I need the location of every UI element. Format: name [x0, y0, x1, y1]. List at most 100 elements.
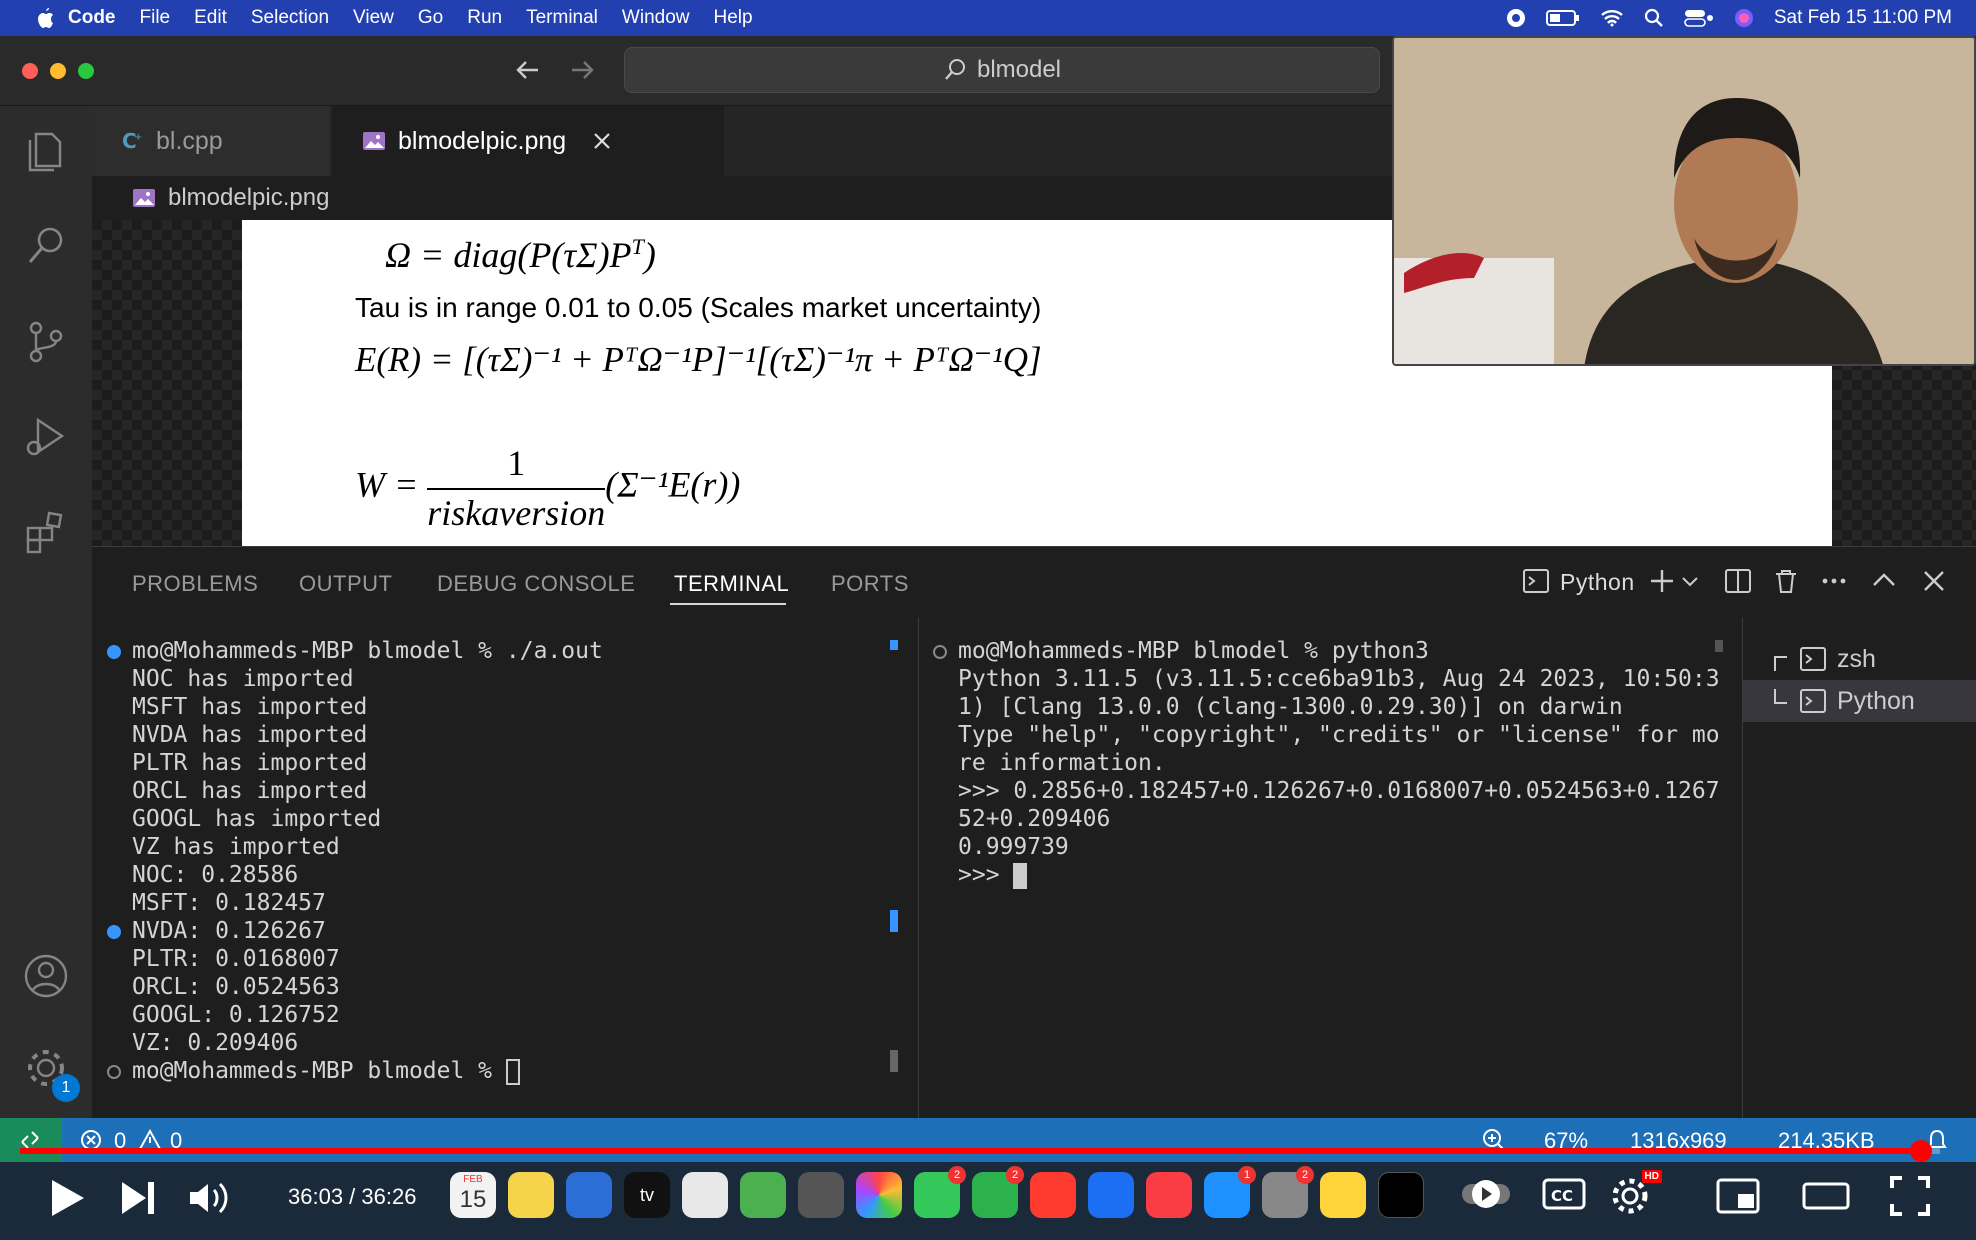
miniplayer-icon[interactable] [1716, 1178, 1760, 1214]
next-video-icon[interactable] [116, 1176, 160, 1220]
tab-debug-console[interactable]: DEBUG CONSOLE [437, 571, 635, 597]
search-icon[interactable] [18, 218, 74, 274]
tab-problems[interactable]: PROBLEMS [132, 571, 258, 597]
scrollbar-thumb[interactable] [1715, 640, 1723, 652]
new-terminal-plus-icon[interactable] [1648, 567, 1676, 595]
close-panel-icon[interactable] [1920, 567, 1948, 595]
trash-icon[interactable] [1772, 567, 1800, 595]
dock-screenshot-icon[interactable] [798, 1172, 844, 1218]
dock-maps-icon[interactable] [740, 1172, 786, 1218]
close-icon[interactable] [592, 131, 612, 151]
terminal-zsh[interactable]: mo@Mohammeds-MBP blmodel % ./a.out NOC h… [92, 618, 918, 1118]
menu-run[interactable]: Run [467, 7, 502, 29]
dock-music-icon[interactable] [1146, 1172, 1192, 1218]
command-success-marker[interactable] [107, 645, 121, 659]
terminal-line: NVDA: 0.126267 [132, 918, 326, 944]
settings-badge: 1 [52, 1074, 80, 1102]
menu-go[interactable]: Go [418, 7, 443, 29]
tab-output[interactable]: OUTPUT [299, 571, 392, 597]
video-scrubber-handle[interactable] [1909, 1140, 1932, 1162]
tab-blmodelpic-png[interactable]: blmodelpic.png [332, 106, 724, 176]
menubar-datetime[interactable]: Sat Feb 15 11:00 PM [1774, 7, 1952, 29]
menu-terminal[interactable]: Terminal [526, 7, 598, 29]
dock-freeform-icon[interactable] [566, 1172, 612, 1218]
terminal-prompt: >>> [958, 862, 1028, 889]
dock-calendar-icon[interactable]: FEB 15 [450, 1172, 496, 1218]
menu-selection[interactable]: Selection [251, 7, 329, 29]
terminal-icon [1522, 567, 1550, 595]
terminal-item-python[interactable]: Python [1743, 680, 1976, 722]
dock-photos-icon[interactable] [856, 1172, 902, 1218]
weights-equation: W = 1 riskaversion (Σ⁻¹E(r)) [355, 443, 741, 533]
dock-appstore-icon[interactable]: 1 [1204, 1166, 1256, 1218]
siri-icon[interactable] [1734, 8, 1754, 28]
source-control-icon[interactable] [18, 314, 74, 370]
apple-logo-icon[interactable] [0, 7, 68, 29]
record-icon[interactable] [1506, 8, 1526, 28]
video-timecode: 36:03 / 36:26 [288, 1184, 417, 1209]
menu-window[interactable]: Window [622, 7, 690, 29]
menu-edit[interactable]: Edit [194, 7, 227, 29]
tab-terminal[interactable]: TERMINAL [674, 571, 789, 597]
menu-app-name[interactable]: Code [68, 7, 116, 29]
dock-appletv-icon[interactable]: tv [624, 1172, 670, 1218]
theater-mode-icon[interactable] [1802, 1178, 1850, 1214]
menu-view[interactable]: View [353, 7, 394, 29]
autoplay-toggle-icon[interactable] [1460, 1174, 1520, 1214]
dock-terminal-icon[interactable] [1378, 1172, 1424, 1218]
explorer-icon[interactable] [18, 124, 74, 180]
menu-help[interactable]: Help [714, 7, 753, 29]
dock-settings-icon[interactable]: 2 [1262, 1166, 1314, 1218]
terminal-line: GOOGL: 0.126752 [132, 1002, 340, 1028]
terminal-line: NOC has imported [132, 666, 354, 692]
split-terminal-icon[interactable] [1724, 567, 1752, 595]
minimize-window-button[interactable] [50, 63, 66, 79]
dock-python-icon[interactable] [1320, 1172, 1366, 1218]
command-pending-marker[interactable] [107, 1065, 121, 1079]
zoom-window-button[interactable] [78, 63, 94, 79]
chevron-up-icon[interactable] [1870, 567, 1898, 595]
command-center-search[interactable]: blmodel [624, 47, 1380, 93]
extensions-icon[interactable] [18, 504, 74, 560]
remote-indicator[interactable] [0, 1118, 62, 1162]
command-marker[interactable] [107, 925, 121, 939]
play-icon[interactable] [42, 1174, 90, 1222]
spotlight-search-icon[interactable] [1644, 8, 1664, 28]
terminal-line: 0.999739 [958, 834, 1069, 860]
breadcrumb-file[interactable]: blmodelpic.png [168, 184, 329, 212]
close-window-button[interactable] [22, 63, 38, 79]
terminal-line: Type "help", "copyright", "credits" or "… [958, 722, 1720, 748]
terminal-line: 1) [Clang 13.0.0 (clang-1300.0.29.30)] o… [958, 694, 1623, 720]
more-actions-icon[interactable] [1820, 567, 1848, 595]
dock-messages-icon[interactable]: 2 [914, 1166, 966, 1218]
dock-reminders-icon[interactable] [682, 1172, 728, 1218]
tab-bl-cpp[interactable]: C + bl.cpp [92, 106, 330, 176]
volume-icon[interactable] [186, 1176, 234, 1220]
account-icon[interactable] [18, 948, 74, 1004]
dock-facetime-icon[interactable]: 2 [972, 1166, 1024, 1218]
fullscreen-icon[interactable] [1888, 1174, 1932, 1218]
dock-news-icon[interactable] [1030, 1172, 1076, 1218]
terminal-item-zsh[interactable]: zsh [1773, 638, 1876, 680]
dock-notes-icon[interactable] [508, 1172, 554, 1218]
terminal-python[interactable]: mo@Mohammeds-MBP blmodel % python3 Pytho… [918, 618, 1742, 1118]
captions-icon[interactable]: CC [1542, 1176, 1586, 1212]
wifi-icon[interactable] [1600, 9, 1624, 27]
arrow-left-icon[interactable] [512, 54, 544, 86]
chevron-down-icon[interactable] [1680, 571, 1700, 591]
settings-gear-icon[interactable]: HD [1608, 1170, 1662, 1218]
current-terminal-label[interactable]: Python [1560, 569, 1635, 596]
run-debug-icon[interactable] [18, 408, 74, 464]
dock-xcode-icon[interactable] [1088, 1172, 1134, 1218]
manage-gear-icon[interactable]: 1 [18, 1040, 80, 1102]
scrollbar-thumb[interactable] [890, 1050, 898, 1072]
terminal-item-label: Python [1837, 686, 1915, 715]
menu-file[interactable]: File [140, 7, 171, 29]
video-progress-bar[interactable] [20, 1140, 1940, 1162]
battery-icon[interactable] [1545, 9, 1580, 27]
arrow-right-icon[interactable] [566, 54, 598, 86]
control-center-icon[interactable] [1684, 8, 1714, 28]
terminal-line: mo@Mohammeds-MBP blmodel % ./a.out [132, 638, 603, 664]
tab-ports[interactable]: PORTS [831, 571, 909, 597]
command-pending-marker[interactable] [933, 645, 947, 659]
